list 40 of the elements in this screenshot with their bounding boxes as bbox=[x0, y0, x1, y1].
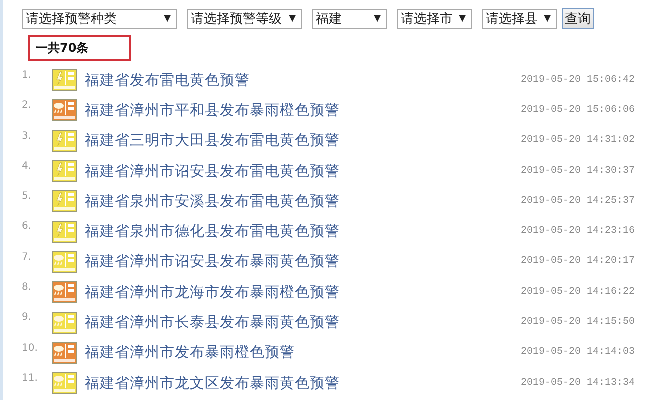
timestamp: 2019-05-20 15:06:42 bbox=[521, 74, 636, 86]
alert-link[interactable]: 福建省漳州市诏安县发布雷电黄色预警 bbox=[85, 162, 521, 181]
alert-link[interactable]: 福建省泉州市安溪县发布雷电黄色预警 bbox=[85, 192, 521, 211]
dropdown-field[interactable]: 请选择预警种类 ▼ bbox=[22, 8, 177, 28]
timestamp: 2019-05-20 15:06:06 bbox=[521, 104, 636, 116]
list-number: 5. bbox=[21, 190, 33, 202]
dropdown-field[interactable]: 请选择预警等级 ▼ bbox=[187, 8, 302, 28]
list-number: 10. bbox=[21, 342, 39, 354]
alert-link[interactable]: 福建省发布雷电黄色预警 bbox=[85, 70, 521, 90]
alert-link[interactable]: 福建省漳州市龙文区发布暴雨黄色预警 bbox=[85, 374, 521, 393]
timestamp: 2019-05-20 14:15:50 bbox=[521, 317, 636, 328]
list-number: 2. bbox=[21, 99, 33, 112]
list-number: 1. bbox=[21, 69, 33, 81]
alert-link[interactable]: 福建省漳州市诏安县发布暴雨黄色预警 bbox=[85, 252, 521, 272]
timestamp: 2019-05-20 14:23:16 bbox=[521, 226, 636, 238]
timestamp: 2019-05-20 14:31:02 bbox=[521, 135, 636, 146]
list-number: 11. bbox=[21, 372, 39, 384]
list-number: 4. bbox=[21, 160, 33, 172]
timestamp: 2019-05-20 14:30:37 bbox=[521, 166, 636, 177]
alert-link[interactable]: 福建省漳州市长泰县发布暴雨黄色预警 bbox=[85, 313, 521, 332]
alert-link[interactable]: 福建省漳州市发布暴雨橙色预警 bbox=[85, 343, 521, 362]
list-number: 6. bbox=[21, 220, 33, 232]
timestamp: 2019-05-20 14:20:17 bbox=[521, 256, 636, 268]
list-number: 9. bbox=[21, 311, 33, 324]
alert-link[interactable]: 福建省泉州市德化县发布雷电黄色预警 bbox=[85, 222, 521, 242]
list-number: 3. bbox=[21, 130, 33, 142]
timestamp: 2019-05-20 14:14:03 bbox=[521, 347, 636, 358]
timestamp: 2019-05-20 14:16:22 bbox=[521, 286, 636, 298]
list-number: 8. bbox=[21, 281, 33, 294]
timestamp: 2019-05-20 14:25:37 bbox=[521, 196, 636, 207]
query-button[interactable]: 查询 bbox=[562, 8, 594, 29]
timestamp: 2019-05-20 14:13:34 bbox=[521, 378, 636, 389]
dropdown-field[interactable]: 福建 ▼ bbox=[312, 8, 387, 28]
total-count: 一共70条 bbox=[28, 35, 131, 61]
list-number: 7. bbox=[21, 250, 33, 263]
alert-link[interactable]: 福建省漳州市平和县发布暴雨橙色预警 bbox=[85, 100, 521, 120]
alert-link[interactable]: 福建省漳州市龙海市发布暴雨橙色预警 bbox=[85, 282, 521, 302]
dropdown-field[interactable]: 请选择市 ▼ bbox=[397, 8, 472, 28]
dropdown-field[interactable]: 请选择县 ▼ bbox=[482, 8, 557, 28]
alert-link[interactable]: 福建省三明市大田县发布雷电黄色预警 bbox=[85, 131, 521, 150]
